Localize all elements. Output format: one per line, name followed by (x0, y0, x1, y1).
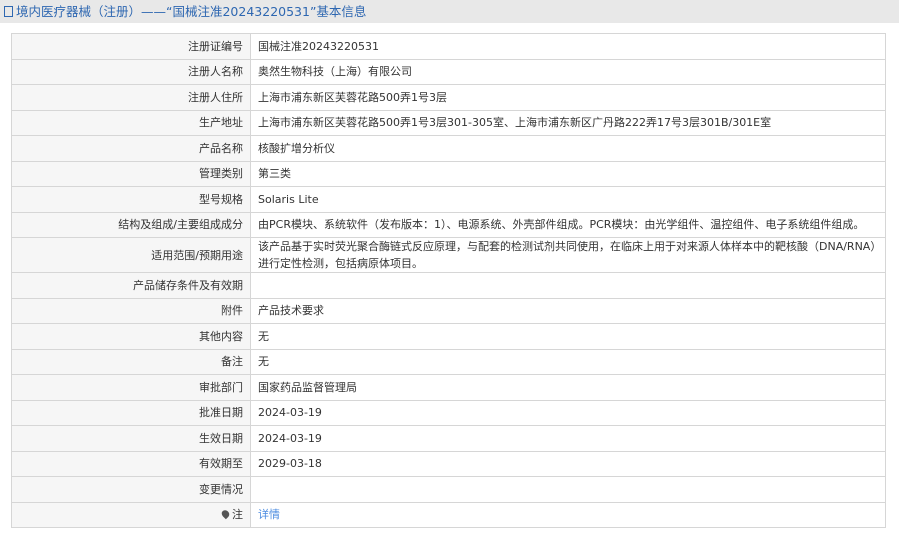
field-label: 有效期至 (11, 450, 251, 477)
field-label: 生产地址 (11, 109, 251, 136)
table-row: 注册人名称 奥然生物科技（上海）有限公司 (11, 58, 886, 85)
table-row: 附件 产品技术要求 (11, 297, 886, 324)
field-label: 备注 (11, 348, 251, 375)
field-value: 无 (250, 323, 886, 350)
field-value (250, 272, 886, 299)
field-value: 该产品基于实时荧光聚合酶链式反应原理，与配套的检测试剂共同使用，在临床上用于对来… (250, 237, 886, 273)
details-link[interactable]: 详情 (258, 508, 280, 521)
field-value: 国家药品监督管理局 (250, 374, 886, 401)
field-value: 核酸扩增分析仪 (250, 135, 886, 162)
info-table: 注册证编号 国械注准20243220531 注册人名称 奥然生物科技（上海）有限公司注… (11, 33, 886, 528)
field-value: 第三类 (250, 160, 886, 187)
field-label: 附件 (11, 297, 251, 324)
field-value: 产品技术要求 (250, 297, 886, 324)
field-label: 产品名称 (11, 135, 251, 162)
table-row: 型号规格 Solaris Lite (11, 186, 886, 213)
table-row: 适用范围/预期用途 该产品基于实时荧光聚合酶链式反应原理，与配套的检测试剂共同使用… (11, 237, 886, 273)
table-row: 变更情况 (11, 476, 886, 503)
table-row: 注册人住所 上海市浦东新区芙蓉花路500弄1号3层 (11, 84, 886, 111)
table-row: 批准日期 2024-03-19 (11, 399, 886, 426)
table-row: 注 详情 (11, 501, 886, 528)
field-label: 批准日期 (11, 399, 251, 426)
page-header: 境内医疗器械（注册）——“国械注准20243220531”基本信息 (0, 0, 899, 23)
field-value: 2024-03-19 (250, 399, 886, 426)
field-value: 由PCR模块、系统软件（发布版本：1）、电源系统、外壳部件组成。PCR模块：由光… (250, 211, 886, 238)
field-label: 注册人名称 (11, 58, 251, 85)
field-value: 国械注准20243220531 (250, 33, 886, 60)
field-value (250, 476, 886, 503)
field-label: 产品储存条件及有效期 (11, 272, 251, 299)
table-row: 产品储存条件及有效期 (11, 272, 886, 299)
field-label: 注 (11, 501, 251, 528)
table-row: 备注无 (11, 348, 886, 375)
field-value: 无 (250, 348, 886, 375)
field-value: 上海市浦东新区芙蓉花路500弄1号3层301-305室、上海市浦东新区广丹路22… (250, 109, 886, 136)
field-label: 结构及组成/主要组成成分 (11, 211, 251, 238)
table-row: 产品名称 核酸扩增分析仪 (11, 135, 886, 162)
field-value: 奥然生物科技（上海）有限公司 (250, 58, 886, 85)
table-row: 结构及组成/主要组成成分 由PCR模块、系统软件（发布版本：1）、电源系统、外壳部… (11, 211, 886, 238)
field-label: 变更情况 (11, 476, 251, 503)
field-label: 生效日期 (11, 425, 251, 452)
field-label: 注册证编号 (11, 33, 251, 60)
table-row: 生产地址 上海市浦东新区芙蓉花路500弄1号3层301-305室、上海市浦东新区广… (11, 109, 886, 136)
table-row: 管理类别 第三类 (11, 160, 886, 187)
document-icon (4, 6, 13, 17)
field-value: 2024-03-19 (250, 425, 886, 452)
field-value: 2029-03-18 (250, 450, 886, 477)
table-row: 其他内容无 (11, 323, 886, 350)
table-row: 生效日期 2024-03-19 (11, 425, 886, 452)
field-value: Solaris Lite (250, 186, 886, 213)
field-label: 审批部门 (11, 374, 251, 401)
page-title: 境内医疗器械（注册）——“国械注准20243220531”基本信息 (16, 3, 367, 19)
table-row: 有效期至 2029-03-18 (11, 450, 886, 477)
field-label: 型号规格 (11, 186, 251, 213)
field-label: 管理类别 (11, 160, 251, 187)
note-label: 注 (232, 508, 243, 522)
field-label: 其他内容 (11, 323, 251, 350)
pin-icon (220, 508, 231, 520)
field-label: 适用范围/预期用途 (11, 237, 251, 273)
table-row: 注册证编号 国械注准20243220531 (11, 33, 886, 60)
field-label: 注册人住所 (11, 84, 251, 111)
field-value: 上海市浦东新区芙蓉花路500弄1号3层 (250, 84, 886, 111)
table-row: 审批部门 国家药品监督管理局 (11, 374, 886, 401)
